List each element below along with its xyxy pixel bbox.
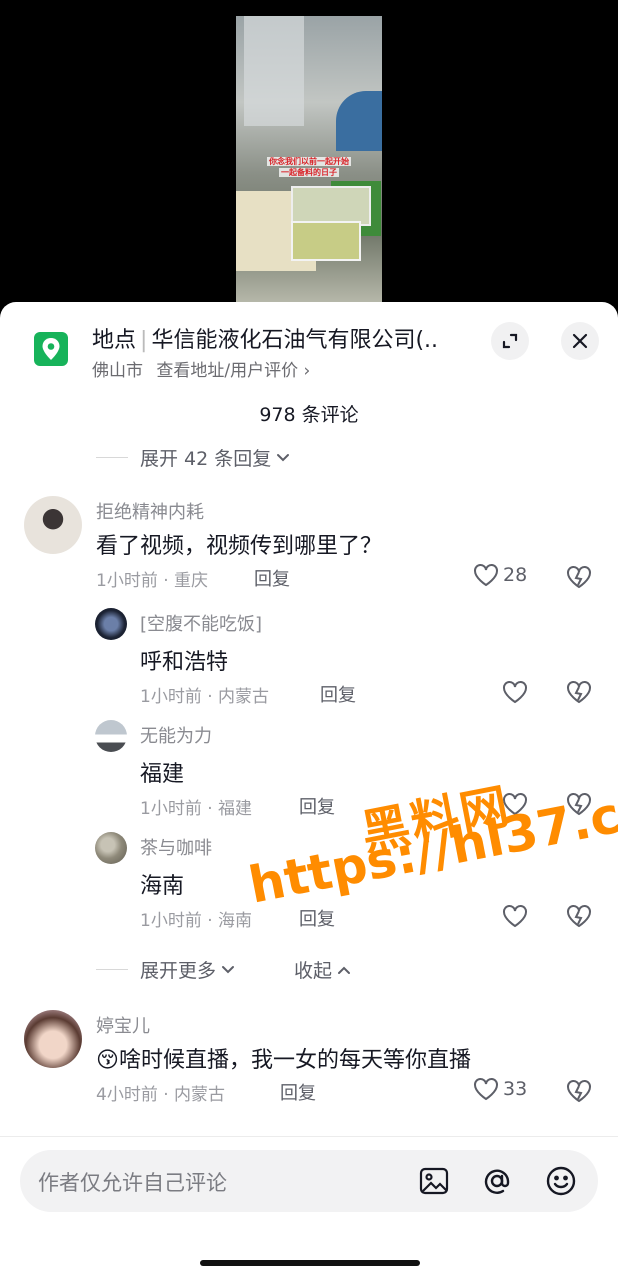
comment-meta: 4小时前 · 内蒙古: [96, 1085, 226, 1105]
avatar[interactable]: [24, 496, 82, 554]
video-bg-tray: [291, 221, 361, 261]
comment-text: 看了视频，视频传到哪里了？: [96, 534, 383, 559]
chevron-down-icon: [222, 965, 235, 973]
divider: [0, 1136, 618, 1137]
dislike-icon[interactable]: [566, 1079, 592, 1103]
like-button[interactable]: 33: [473, 1077, 527, 1101]
chevron-right-icon: ›: [303, 361, 311, 381]
avatar[interactable]: [95, 608, 127, 640]
comment-username[interactable]: 婷宝儿: [96, 1012, 150, 1038]
video-frame[interactable]: 你念我们以前一起开始 一起备料的日子: [236, 16, 382, 304]
video-bg-window: [244, 16, 304, 126]
avatar[interactable]: [24, 1010, 82, 1068]
collapse-button[interactable]: 收起: [294, 956, 352, 983]
reply-button[interactable]: 回复: [280, 1079, 316, 1105]
comment-text: 海南: [140, 874, 185, 899]
comment-username[interactable]: [空腹不能吃饭]: [140, 610, 262, 636]
like-count: 28: [503, 564, 528, 586]
reply-button[interactable]: 回复: [299, 905, 335, 931]
location-action: 查看地址/用户评价: [156, 361, 299, 381]
heart-icon: [474, 1078, 498, 1101]
divider-line: [96, 457, 128, 458]
dislike-icon[interactable]: [566, 565, 592, 589]
emoji-icon: 😚: [96, 1048, 119, 1073]
location-city: 佛山市: [92, 361, 143, 381]
comment-username[interactable]: 无能为力: [140, 722, 212, 748]
video-player[interactable]: 你念我们以前一起开始 一起备料的日子: [0, 0, 618, 320]
video-bg-tray: [291, 186, 371, 226]
divider-line: [96, 969, 128, 970]
comment-meta: 1小时前 · 重庆: [96, 571, 209, 591]
close-icon[interactable]: [561, 322, 599, 360]
comment-input-placeholder: 作者仅允许自己评论: [38, 1171, 227, 1195]
expand-icon[interactable]: [491, 322, 529, 360]
location-name: 华信能液化石油气有限公司(..: [151, 328, 439, 353]
mention-icon[interactable]: [479, 1163, 515, 1199]
heart-icon[interactable]: [502, 680, 528, 704]
comment-username[interactable]: 茶与咖啡: [140, 834, 212, 860]
like-button[interactable]: 28: [473, 563, 527, 587]
dislike-icon[interactable]: [566, 904, 592, 928]
location-pin-icon[interactable]: [34, 332, 68, 366]
location-subtitle[interactable]: 佛山市 查看地址/用户评价 ›: [92, 356, 310, 381]
expand-replies-button[interactable]: 展开 42 条回复: [96, 444, 291, 471]
comment-sheet: 地点 | 华信能液化石油气有限公司(.. 佛山市 查看地址/用户评价 › 978 条…: [0, 302, 618, 1280]
location-title[interactable]: 地点 | 华信能液化石油气有限公司(..: [92, 322, 438, 354]
comment-input[interactable]: 作者仅允许自己评论: [20, 1150, 598, 1212]
like-count: 33: [503, 1078, 528, 1100]
heart-icon: [474, 564, 498, 587]
comment-username[interactable]: 拒绝精神内耗: [96, 498, 204, 524]
avatar[interactable]: [95, 720, 127, 752]
emoji-icon[interactable]: [543, 1163, 579, 1199]
heart-icon[interactable]: [502, 904, 528, 928]
chevron-up-icon: [338, 966, 351, 974]
comment-meta: 1小时前 · 海南: [140, 911, 253, 931]
video-bg-blue: [336, 91, 382, 151]
comment-text: 😚啥时候直播，我一女的每天等你直播: [96, 1048, 471, 1073]
home-indicator[interactable]: [200, 1260, 420, 1266]
avatar[interactable]: [95, 832, 127, 864]
video-caption: 你念我们以前一起开始 一起备料的日子: [267, 157, 351, 177]
reply-button[interactable]: 回复: [320, 681, 356, 707]
comment-text: 福建: [140, 762, 185, 787]
location-label: 地点: [92, 328, 137, 353]
reply-button[interactable]: 回复: [299, 793, 335, 819]
comment-meta: 1小时前 · 内蒙古: [140, 687, 270, 707]
reply-button[interactable]: 回复: [254, 565, 290, 591]
comment-count: 978 条评论: [259, 404, 359, 426]
dislike-icon[interactable]: [566, 680, 592, 704]
chevron-down-icon: [277, 453, 290, 461]
comment-text: 呼和浩特: [140, 650, 229, 675]
image-icon[interactable]: [416, 1163, 452, 1199]
comment-meta: 1小时前 · 福建: [140, 799, 253, 819]
expand-more-button[interactable]: 展开更多: [96, 956, 236, 983]
